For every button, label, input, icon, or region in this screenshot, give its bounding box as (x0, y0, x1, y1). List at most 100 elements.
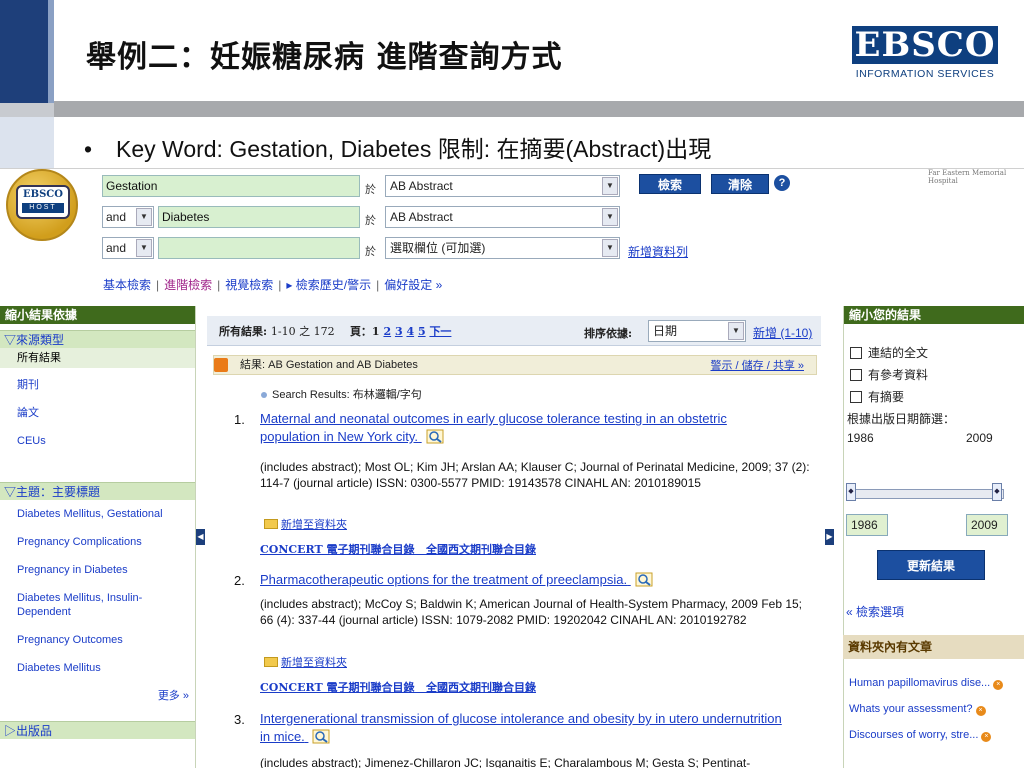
help-icon[interactable]: ? (774, 175, 790, 191)
result-title[interactable]: Maternal and neonatal outcomes in early … (260, 410, 790, 446)
sort-select[interactable]: 日期 ▼ (648, 320, 746, 342)
operator-select-3[interactable]: and ▼ (102, 237, 154, 259)
field-select-3[interactable]: 選取欄位 (可加選) ▼ (385, 237, 620, 259)
in-label-1: 於 (365, 184, 376, 196)
in-label-2: 於 (365, 215, 376, 227)
newest-link[interactable]: 新增 (1-10) (753, 324, 812, 341)
more-subjects-link[interactable]: 更多 » (0, 689, 195, 703)
result-number: 1. (234, 412, 245, 427)
search-button[interactable]: 檢索 (639, 174, 701, 194)
result-title[interactable]: Intergenerational transmission of glucos… (260, 710, 790, 746)
slide-accent-bar-light (48, 0, 54, 103)
result-meta: (includes abstract); Most OL; Kim JH; Ar… (260, 460, 810, 490)
page-link[interactable]: 5 (418, 325, 426, 338)
results-summary: 所有結果: 1-10 之 172 頁：1 2 3 4 5 下一 (219, 325, 452, 338)
remove-icon[interactable]: × (981, 732, 992, 742)
search-results-mode: Search Results: 布林邏輯/字句 (261, 386, 422, 402)
remove-icon[interactable]: × (993, 680, 1004, 690)
alert-save-share-link[interactable]: 警示 / 儲存 / 共享 » (710, 357, 804, 375)
subject-item[interactable]: Diabetes Mellitus, Gestational (0, 507, 195, 521)
date-slider-track[interactable] (849, 489, 1004, 499)
checkbox-icon (850, 369, 862, 381)
page-link[interactable]: 3 (395, 325, 403, 338)
checkbox-icon (850, 391, 862, 403)
source-type-item[interactable]: 所有結果 (0, 348, 195, 368)
search-term-3[interactable] (158, 237, 360, 259)
source-type-item[interactable]: 論文 (0, 406, 195, 420)
subject-header[interactable]: ▽主題：主要標題 (0, 482, 195, 500)
date-from-input[interactable]: 1986 (846, 514, 888, 536)
date-slider-end-handle[interactable]: ◆ (992, 483, 1002, 501)
date-to-input[interactable]: 2009 (966, 514, 1008, 536)
preferences-link[interactable]: 偏好設定 » (384, 278, 442, 292)
add-to-folder-link[interactable]: 新增至資料夾 (264, 516, 347, 532)
result-meta: (includes abstract); Jimenez-Chillaron J… (260, 756, 751, 768)
chevron-down-icon: ▼ (602, 177, 618, 195)
concert-link[interactable]: CONCERT 電子期刊聯合目錄 (260, 681, 415, 694)
results-feed-bar: 結果: AB Gestation and AB Diabetes 警示 / 儲存… (213, 355, 817, 375)
source-types-header[interactable]: ▽來源類型 (0, 330, 195, 348)
field-select-2[interactable]: AB Abstract ▼ (385, 206, 620, 228)
subject-item[interactable]: Diabetes Mellitus, Insulin-Dependent (0, 591, 160, 619)
collapse-right-icon[interactable]: ▶ (825, 529, 834, 545)
page-link[interactable]: 2 (383, 325, 391, 338)
concert-link[interactable]: CONCERT 電子期刊聯合目錄 (260, 543, 415, 556)
logo-name: EBSCO (852, 26, 998, 64)
tab-basic-search[interactable]: 基本檢索 (103, 278, 151, 292)
tab-visual-search[interactable]: 視覺檢索 (225, 278, 273, 292)
add-row-link[interactable]: 新增資料列 (628, 243, 688, 260)
left-filter-panel: 縮小結果依據 ▽來源類型 所有結果 期刊 論文 CEUs ▽主題：主要標題 Di… (0, 306, 196, 768)
publication-header[interactable]: ▷出版品 (0, 721, 195, 739)
preview-magnifier-icon[interactable] (312, 728, 330, 744)
folder-item[interactable]: Human papillomavirus dise... × (843, 676, 1024, 690)
source-type-item[interactable]: CEUs (0, 434, 195, 448)
folder-panel-title: 資料夾內有文章 (843, 635, 1024, 659)
search-options-link[interactable]: « 檢索選項 (846, 603, 904, 620)
ebsco-logo: EBSCO INFORMATION SERVICES (852, 26, 1002, 86)
fulltext-checkbox[interactable]: 連結的全文 (844, 342, 1024, 364)
slide-title: 舉例二：妊娠糖尿病 進階查詢方式 (86, 40, 563, 75)
logo-subtitle: INFORMATION SERVICES (855, 68, 995, 80)
abstract-checkbox[interactable]: 有摘要 (844, 386, 1024, 408)
left-panel-title: 縮小結果依據 (0, 306, 195, 324)
remove-icon[interactable]: × (975, 706, 986, 716)
clear-button[interactable]: 清除 (711, 174, 769, 194)
next-page-link[interactable]: 下一 (429, 325, 451, 338)
union-catalog-link[interactable]: 全國西文期刊聯合目錄 (426, 543, 536, 556)
folder-item[interactable]: Discourses of worry, stre... × (843, 728, 1024, 742)
search-term-2[interactable]: Diabetes (158, 206, 360, 228)
union-catalog-link[interactable]: 全國西文期刊聯合目錄 (426, 681, 536, 694)
subject-item[interactable]: Pregnancy in Diabetes (0, 563, 195, 577)
date-filter-label: 根據出版日期篩選： (847, 412, 956, 426)
slide-accent-block (0, 103, 54, 117)
subject-item[interactable]: Pregnancy Complications (0, 535, 195, 549)
page-link[interactable]: 4 (406, 325, 414, 338)
subject-item[interactable]: Diabetes Mellitus (0, 661, 195, 675)
ebscohost-logo[interactable]: EBSCO HOST (6, 169, 78, 241)
host-logo-text: EBSCO (23, 189, 63, 200)
field-select-1[interactable]: AB Abstract ▼ (385, 175, 620, 197)
search-term-1[interactable]: Gestation (102, 175, 360, 197)
folder-item[interactable]: Whats your assessment? × (843, 702, 1024, 716)
search-mode-links: 基本檢索 | 進階檢索 | 視覺檢索 | ▸ 檢索歷史/警示 | 偏好設定 » (103, 278, 443, 292)
preview-magnifier-icon[interactable] (635, 571, 653, 587)
tab-advanced-search[interactable]: 進階檢索 (164, 278, 212, 292)
preview-magnifier-icon[interactable] (426, 428, 444, 444)
date-slider-start-handle[interactable]: ◆ (846, 483, 856, 501)
holdings-links: CONCERT 電子期刊聯合目錄 全國西文期刊聯合目錄 (260, 541, 536, 557)
update-results-button[interactable]: 更新結果 (877, 550, 985, 580)
chevron-down-icon: ▼ (602, 239, 618, 257)
result-title[interactable]: Pharmacotherapeutic options for the trea… (260, 571, 790, 589)
date-range-labels: 1986 2009 (847, 431, 993, 445)
operator-select-2[interactable]: and ▼ (102, 206, 154, 228)
bullet-text: Key Word: Gestation, Diabetes 限制: 在摘要(Ab… (116, 136, 712, 162)
add-to-folder-link[interactable]: 新增至資料夾 (264, 654, 347, 670)
references-checkbox[interactable]: 有參考資料 (844, 364, 1024, 386)
subject-item[interactable]: Pregnancy Outcomes (0, 633, 195, 647)
source-type-item[interactable]: 期刊 (0, 378, 195, 392)
folder-icon (264, 657, 278, 667)
rss-icon[interactable] (214, 358, 228, 372)
folder-icon (264, 519, 278, 529)
collapse-left-icon[interactable]: ◀ (196, 529, 205, 545)
search-history-link[interactable]: ▸ 檢索歷史/警示 (286, 278, 371, 292)
